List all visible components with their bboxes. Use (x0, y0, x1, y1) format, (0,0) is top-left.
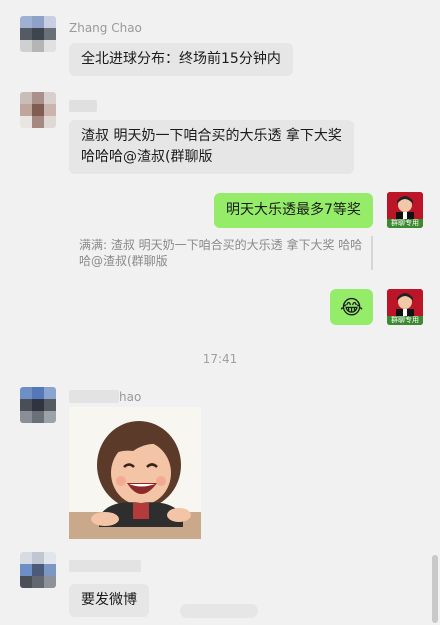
quoted-message[interactable]: 满满: 渣叔 明天奶一下咱合买的大乐透 拿下大奖 哈哈哈@渣叔(群聊版 (79, 237, 364, 269)
message-bubble[interactable]: 要发微博 (69, 584, 149, 617)
sender-name: Zhang Chao (69, 21, 142, 35)
laughing-cartoon-woman-sticker (69, 407, 201, 539)
avatar[interactable] (20, 92, 56, 128)
self-avatar[interactable]: 群聊专用 (387, 289, 423, 325)
scrollbar[interactable] (432, 555, 438, 623)
blurred-sender-name (69, 100, 97, 112)
blurred-watermark (180, 604, 258, 618)
avatar[interactable] (20, 552, 56, 588)
outgoing-message-bubble[interactable]: 明天大乐透最多7等奖 (214, 193, 373, 228)
quote-bar (371, 236, 373, 270)
self-avatar[interactable]: 群聊专用 (387, 192, 423, 228)
blurred-sender-name (69, 390, 119, 403)
timestamp: 17:41 (202, 352, 238, 366)
outgoing-emoji-bubble[interactable]: 😂 (330, 289, 373, 325)
message-bubble[interactable]: 渣叔 明天奶一下咱合买的大乐透 拿下大奖 哈哈哈@渣叔(群聊版 (69, 120, 354, 174)
avatar[interactable] (20, 16, 56, 52)
message-bubble[interactable]: 全北进球分布：终场前15分钟内 (69, 43, 293, 76)
avatar-badge: 群聊专用 (387, 219, 423, 228)
avatar[interactable] (20, 387, 56, 423)
sticker-image[interactable] (69, 407, 201, 539)
laughing-emoji: 😂 (339, 295, 364, 319)
blurred-sender-name (69, 560, 141, 572)
avatar-badge: 群聊专用 (387, 316, 423, 325)
sender-name-suffix: hao (119, 390, 142, 404)
chat-window: { "messages": { "m1": {"sender": "Zhang … (0, 0, 440, 625)
